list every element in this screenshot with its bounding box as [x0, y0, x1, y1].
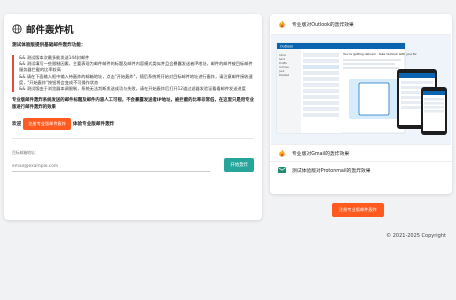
register-pro-button[interactable]: 注册专业版邮件轰炸: [23, 118, 71, 131]
title-row: 邮件轰炸机: [12, 22, 254, 36]
preview-folder: Drafts: [279, 61, 288, 65]
fire-icon: [279, 20, 285, 28]
step-item: && 测试版由于浏览器本调限制，系统无法判断发送成功与失败，请在开始轰炸后打开1…: [19, 86, 246, 92]
welcome-prefix: 欢迎: [12, 122, 22, 128]
preview-folder: Sent: [279, 57, 285, 61]
intro-card: 邮件轰炸机 测试体验版提供基础邮件轰炸功能： && 测试版本次最多能发送144封…: [4, 14, 262, 220]
step-item: && 测试填写一些限制因素，主要表现为邮件邮件的标题及邮件内容模式类似并且会暴露…: [19, 61, 253, 73]
protonmail-effect-label: 测试体验版对Protonmail的轰炸效果: [292, 168, 371, 174]
globe-icon: [12, 24, 22, 34]
welcome-suffix: 体验专业版邮件轰炸: [72, 122, 115, 128]
divider: [12, 138, 254, 140]
outlook-effect-row: 专业版对Outlook的轰炸效果: [270, 16, 452, 32]
target-email-input[interactable]: [12, 162, 210, 173]
fire-icon: [279, 149, 285, 157]
footer-copyright: © 2021-2025 Copyright: [386, 233, 446, 239]
register-button-wrap: 注册专业版邮件轰炸: [332, 196, 384, 217]
outlook-screenshot-preview: Outlook Inbox Sent Drafts Archive Junk D…: [271, 34, 451, 145]
start-bomb-button[interactable]: 开始轰炸: [224, 158, 254, 173]
steps-list: && 测试版本次最多能发送144封邮件 && 测试填写一些限制因素，主要表现为邮…: [12, 55, 254, 93]
page-title: 邮件轰炸机: [26, 25, 74, 36]
preview-folder: Inbox: [279, 53, 287, 57]
envelope-icon: [278, 167, 286, 173]
welcome-row: 欢迎 注册专业版邮件轰炸 体验专业版邮件轰炸: [12, 118, 254, 131]
protonmail-effect-row: 测试体验版对Protonmail的轰炸效果: [270, 162, 452, 178]
email-label: 目标邮箱地址：: [12, 150, 39, 156]
preview-folder: Deleted: [279, 73, 290, 77]
subtitle: 测试体验版提供基础邮件轰炸功能：: [12, 43, 86, 48]
preview-brand: Outlook: [280, 45, 293, 49]
preview-folder: Archive: [279, 65, 289, 69]
preview-headline: You're getting deliveri - take Outlook w…: [343, 52, 418, 56]
outlook-preview-image: Outlook Inbox Sent Drafts Archive Junk D…: [271, 35, 451, 144]
gmail-effect-row: 专业版对Gmail的轰炸效果: [270, 145, 452, 161]
effects-card: 专业版对Outlook的轰炸效果 Outlook Inbox Sent Draf…: [270, 14, 452, 194]
outlook-effect-label: 专业版对Outlook的轰炸效果: [292, 22, 354, 28]
preview-folder: Junk: [278, 69, 285, 73]
step-item: && 请在下面输入框中输入待轰炸的邮箱地址，点击"开始轰炸"，随后系统将开始对目…: [19, 73, 253, 85]
register-pro-button-secondary[interactable]: 注册专业版邮件轰炸: [332, 203, 384, 217]
email-row: 开始轰炸: [12, 158, 254, 173]
gmail-effect-label: 专业版对Gmail的轰炸效果: [292, 151, 350, 157]
pro-warning: 专业版邮件轰炸系统发送的邮件标题及邮件内容人工可视，不会暴露发送者IP地址，被拦…: [12, 98, 254, 110]
